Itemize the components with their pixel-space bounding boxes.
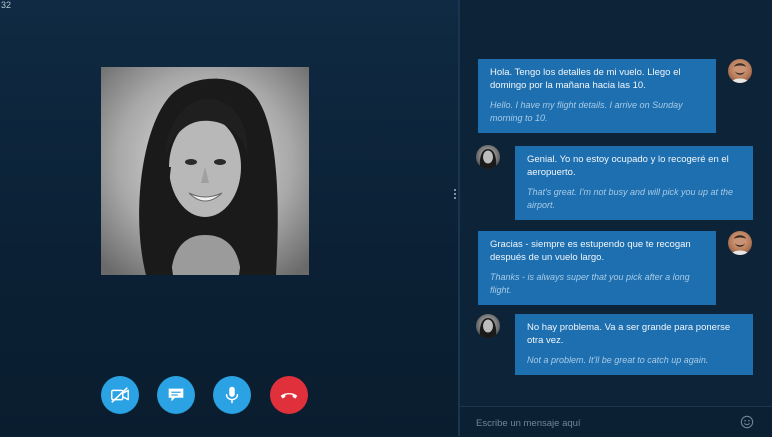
message-original-text: Genial. Yo no estoy ocupado y lo recoger… — [527, 154, 729, 178]
message-translation-text: That's great. I'm not busy and will pick… — [527, 187, 734, 210]
handle-dot — [454, 197, 456, 199]
call-panel: 32 — [0, 0, 458, 436]
remote-video — [101, 67, 309, 275]
message-bubble[interactable]: No hay problema. Va a ser grande para po… — [515, 314, 753, 375]
message-bubble[interactable]: Hola. Tengo los detalles de mi vuelo. Ll… — [478, 59, 716, 133]
microphone-icon — [225, 386, 239, 404]
handle-dot — [454, 193, 456, 195]
message-translation-text: Hello. I have my flight details. I arriv… — [490, 100, 683, 123]
emoji-icon[interactable] — [740, 415, 754, 429]
message-bubble[interactable]: Genial. Yo no estoy ocupado y lo recoger… — [515, 146, 753, 220]
open-chat-button[interactable] — [157, 376, 195, 414]
handle-dot — [454, 189, 456, 191]
call-controls — [0, 376, 458, 416]
avatar-woman-image — [479, 318, 497, 338]
remote-participant-image — [101, 67, 309, 275]
avatar-man-image — [731, 235, 749, 255]
avatar[interactable] — [728, 59, 752, 83]
avatar[interactable] — [476, 145, 500, 169]
message-original-text: Hola. Tengo los detalles de mi vuelo. Ll… — [490, 67, 681, 91]
toggle-video-button[interactable] — [101, 376, 139, 414]
message-translation-text: Thanks - is always super that you pick a… — [490, 272, 690, 295]
chat-icon — [168, 388, 184, 402]
mute-microphone-button[interactable] — [213, 376, 251, 414]
message-translation-text: Not a problem. It'll be great to catch u… — [527, 355, 709, 365]
message-original-text: No hay problema. Va a ser grande para po… — [527, 322, 731, 346]
avatar[interactable] — [728, 231, 752, 255]
message-input[interactable] — [474, 413, 728, 433]
chat-panel: Hola. Tengo los detalles de mi vuelo. Ll… — [460, 0, 772, 436]
resize-handle[interactable] — [450, 186, 460, 202]
avatar-man-image — [731, 63, 749, 83]
hang-up-icon — [280, 393, 298, 399]
message-original-text: Gracias - siempre es estupendo que te re… — [490, 239, 691, 263]
call-timer: 32 — [1, 0, 12, 10]
video-off-icon — [111, 387, 129, 403]
avatar-woman-image — [479, 149, 497, 169]
message-composer — [460, 406, 772, 437]
end-call-button[interactable] — [270, 376, 308, 414]
message-bubble[interactable]: Gracias - siempre es estupendo que te re… — [478, 231, 716, 305]
avatar[interactable] — [476, 314, 500, 338]
